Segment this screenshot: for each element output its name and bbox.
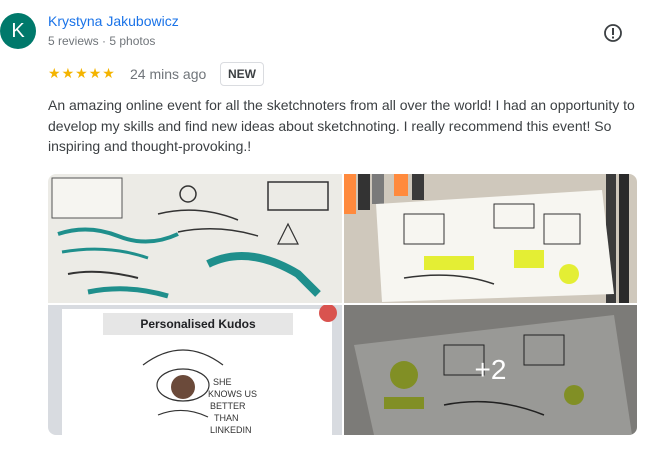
new-badge: NEW: [220, 62, 264, 86]
more-photos-overlay[interactable]: +2: [344, 305, 637, 435]
review-time: 24 mins ago: [130, 66, 207, 82]
report-button[interactable]: [602, 22, 624, 44]
star-rating: ★ ★ ★ ★ ★: [48, 66, 115, 80]
reviewer-name[interactable]: Krystyna Jakubowicz: [48, 13, 179, 29]
review-photo-2[interactable]: [344, 174, 637, 303]
review-photo-1[interactable]: [48, 174, 342, 303]
report-icon: [604, 24, 622, 42]
star-icon: ★: [88, 65, 102, 81]
reviewer-avatar[interactable]: K: [0, 13, 36, 49]
svg-text:BETTER: BETTER: [210, 401, 246, 411]
svg-text:THAN: THAN: [214, 413, 239, 423]
sketchnote-image: [48, 174, 342, 303]
star-icon: ★: [61, 65, 75, 81]
svg-text:LINKEDIN: LINKEDIN: [210, 425, 252, 435]
svg-text:SHE: SHE: [213, 377, 232, 387]
star-icon: ★: [48, 65, 61, 81]
reviewer-meta: 5 reviews · 5 photos: [48, 34, 156, 48]
review-photo-4[interactable]: +2: [344, 305, 637, 435]
star-icon: ★: [102, 65, 115, 81]
star-icon: ★: [75, 65, 88, 81]
review-text: An amazing online event for all the sket…: [48, 97, 635, 154]
kudos-title: Personalised Kudos: [103, 313, 293, 335]
sketchbook-image: [344, 174, 637, 303]
svg-text:KNOWS US: KNOWS US: [208, 389, 257, 399]
photo-grid: SHE KNOWS US BETTER THAN LINKEDIN Person…: [48, 174, 637, 435]
review-photo-3[interactable]: SHE KNOWS US BETTER THAN LINKEDIN Person…: [48, 305, 342, 435]
